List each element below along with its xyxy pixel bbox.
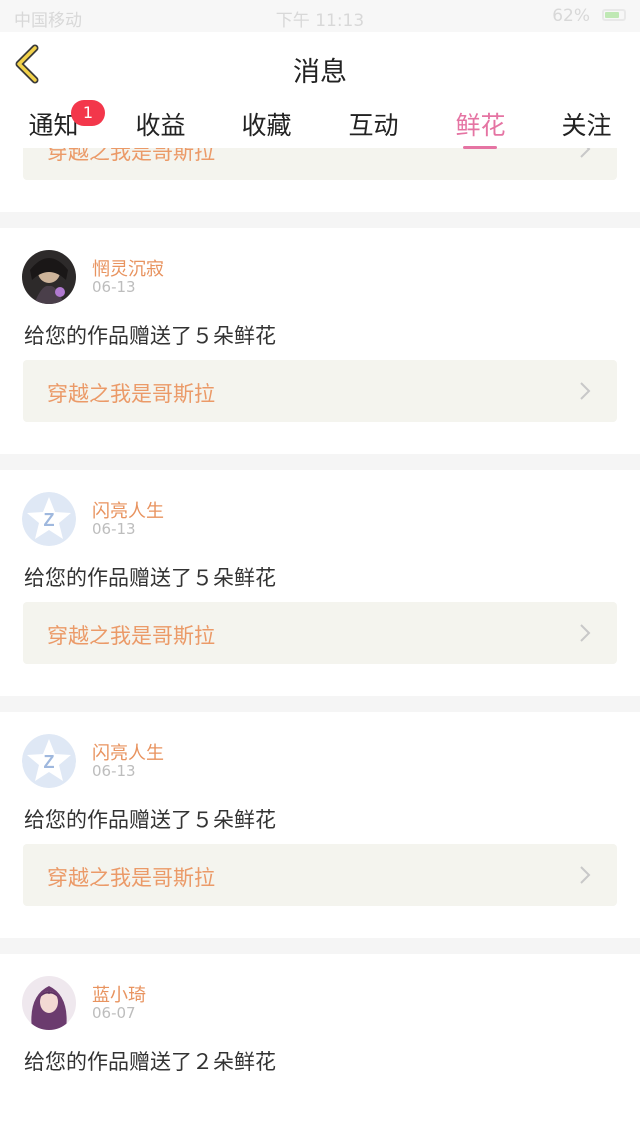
message-text: 给您的作品赠送了５朵鲜花	[24, 566, 276, 590]
chevron-right-icon	[580, 382, 591, 400]
chevron-right-icon	[580, 866, 591, 884]
avatar[interactable]: Z	[22, 492, 76, 546]
chevron-right-icon	[580, 624, 591, 642]
battery-percent: 62%	[552, 6, 590, 26]
work-link[interactable]: 穿越之我是哥斯拉	[23, 360, 617, 422]
avatar[interactable]	[22, 976, 76, 1030]
tab-favorites[interactable]: 收藏	[213, 106, 320, 142]
work-title: 穿越之我是哥斯拉	[47, 624, 215, 648]
battery-icon	[602, 9, 626, 21]
tab-flowers[interactable]: 鲜花	[427, 106, 534, 149]
svg-text:Z: Z	[44, 510, 55, 530]
tab-notice[interactable]: 通知 1	[0, 100, 107, 142]
clock: 下午 11:13	[275, 11, 365, 31]
list-separator	[0, 696, 640, 712]
tab-label: 鲜花	[455, 111, 506, 140]
work-title: 穿越之我是哥斯拉	[47, 866, 215, 890]
message-text: 给您的作品赠送了５朵鲜花	[24, 324, 276, 348]
tab-label: 收益	[135, 111, 186, 140]
flower-message-list[interactable]: 06-13给您的作品赠送了５朵鲜花穿越之我是哥斯拉惘灵沉寂06-13给您的作品赠…	[0, 98, 640, 1138]
message-text: 给您的作品赠送了５朵鲜花	[24, 808, 276, 832]
active-tab-indicator	[463, 146, 497, 149]
date: 06-13	[92, 762, 136, 780]
tab-follow[interactable]: 关注	[533, 106, 640, 142]
page-title: 消息	[293, 57, 347, 88]
avatar[interactable]	[22, 250, 76, 304]
date: 06-13	[92, 520, 136, 538]
status-bar: 中国移动 下午 11:13 62%	[0, 0, 640, 32]
list-separator	[0, 938, 640, 954]
list-item: Z 闪亮人生 06-13 给您的作品赠送了５朵鲜花 穿越之我是哥斯拉	[0, 470, 640, 696]
list-separator	[0, 212, 640, 228]
svg-text:Z: Z	[44, 752, 55, 772]
notification-badge: 1	[71, 100, 105, 126]
nav-bar: 消息	[0, 32, 640, 99]
tab-label: 互动	[348, 111, 399, 140]
date: 06-07	[92, 1004, 136, 1022]
avatar[interactable]: Z	[22, 734, 76, 788]
list-item: 惘灵沉寂 06-13 给您的作品赠送了５朵鲜花 穿越之我是哥斯拉	[0, 228, 640, 454]
work-link[interactable]: 穿越之我是哥斯拉	[23, 602, 617, 664]
work-title: 穿越之我是哥斯拉	[47, 382, 215, 406]
date: 06-13	[92, 278, 136, 296]
message-text: 给您的作品赠送了２朵鲜花	[24, 1050, 276, 1074]
list-separator	[0, 454, 640, 470]
tab-interaction[interactable]: 互动	[320, 106, 427, 142]
list-item: Z 闪亮人生 06-13 给您的作品赠送了５朵鲜花 穿越之我是哥斯拉	[0, 712, 640, 938]
tab-earnings[interactable]: 收益	[107, 106, 214, 142]
list-item: 蓝小琦 06-07 给您的作品赠送了２朵鲜花	[0, 954, 640, 1138]
work-link[interactable]: 穿越之我是哥斯拉	[23, 844, 617, 906]
tab-label: 关注	[561, 111, 612, 140]
tab-bar: 通知 1 收益 收藏 互动 鲜花 关注	[0, 98, 640, 149]
tab-label: 收藏	[241, 111, 292, 140]
